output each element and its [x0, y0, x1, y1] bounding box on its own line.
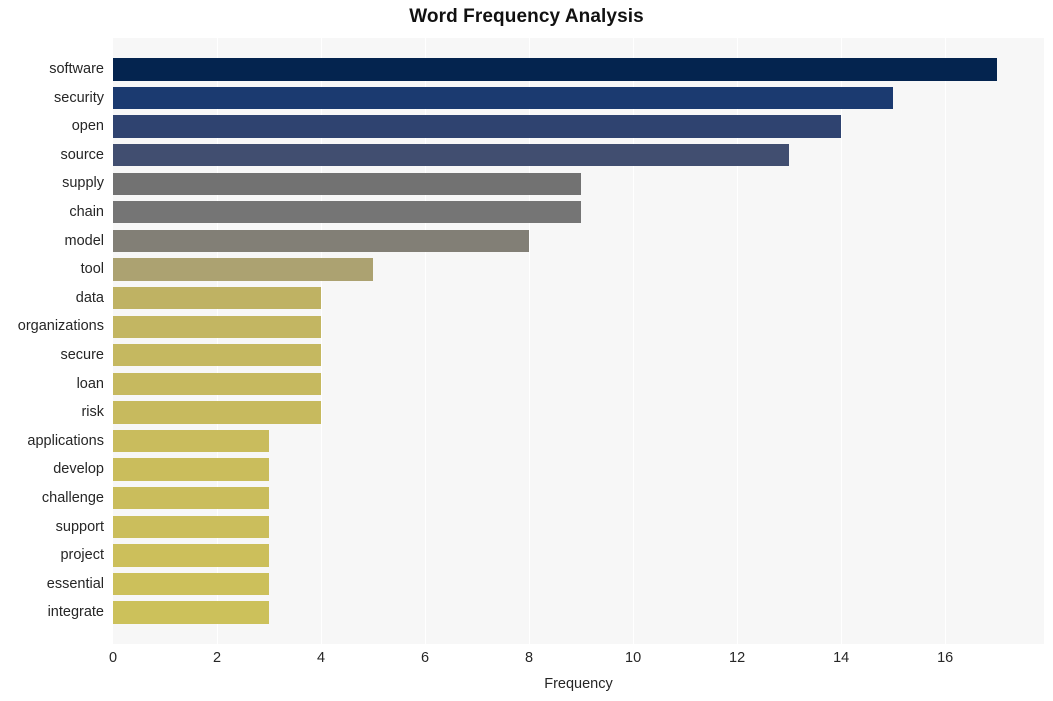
x-axis-tick-label: 8: [525, 650, 534, 666]
x-axis-tick-label: 14: [833, 650, 850, 666]
x-axis-tick-label: 10: [625, 650, 642, 666]
x-axis-tick-label: 0: [108, 650, 118, 666]
y-axis-tick-label: supply: [62, 175, 104, 192]
y-axis-tick-label: source: [60, 146, 104, 163]
y-axis-tick-label: organizations: [17, 318, 104, 335]
x-axis-label: Frequency: [544, 676, 613, 692]
y-axis-tick-label: open: [71, 118, 104, 135]
x-axis-tick-label: 4: [316, 650, 326, 666]
y-axis-tick-label: applications: [27, 432, 104, 449]
x-axis-tick-label: 6: [421, 650, 430, 666]
y-axis-tick-label: security: [54, 89, 104, 106]
y-axis-tick-label: chain: [69, 204, 104, 221]
y-axis-tick-label: model: [64, 232, 105, 249]
y-axis-tick-label: data: [75, 289, 104, 306]
y-axis-tick-label: risk: [81, 404, 104, 421]
y-axis-tick-label: challenge: [41, 489, 104, 506]
y-axis-tick-label: secure: [60, 347, 104, 363]
word-frequency-chart: Word Frequency Analysis software security…: [0, 0, 1053, 701]
y-axis-tick-label: develop: [53, 461, 104, 478]
y-axis-tick-label: software: [49, 61, 104, 78]
x-axis-tick-label: 12: [729, 650, 746, 666]
y-axis-tick-label: project: [60, 547, 104, 564]
chart-title: Word Frequency Analysis: [409, 6, 644, 27]
y-axis-tick-label: support: [55, 518, 104, 535]
x-axis: 0 2 4 6 8 10 12 14 16 Frequency: [0, 644, 1053, 701]
y-axis-tick-labels: software security open source supply chain mod…: [0, 38, 1053, 644]
y-axis-tick-label: integrate: [47, 604, 104, 621]
x-axis-tick-label: 16: [937, 650, 954, 666]
y-axis-tick-label: tool: [80, 261, 104, 278]
y-axis-tick-label: loan: [76, 375, 104, 392]
y-axis-tick-label: essential: [46, 575, 104, 592]
x-axis-tick-label: 2: [212, 650, 222, 666]
